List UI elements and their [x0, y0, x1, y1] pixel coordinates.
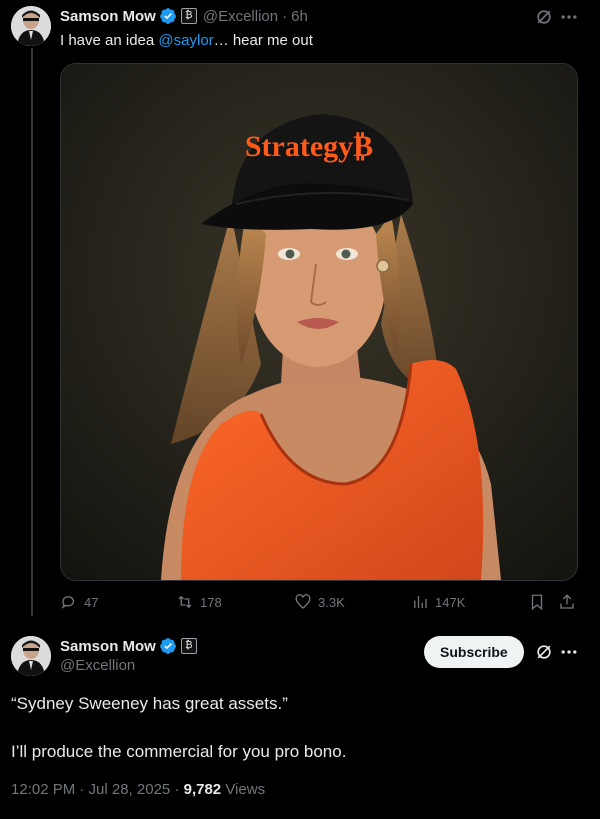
bookmark-button[interactable]: [528, 593, 546, 611]
views-label: Views: [221, 781, 266, 798]
share-button[interactable]: [558, 593, 576, 611]
repost-count: 178: [200, 594, 222, 610]
main-text-line-2: I’ll produce the commercial for you pro …: [11, 742, 347, 761]
more-button-main[interactable]: [559, 642, 579, 667]
bookmark-icon: [531, 594, 543, 611]
grok-icon: [537, 645, 551, 659]
like-button[interactable]: 3.3K: [294, 593, 345, 611]
tweet-text: I have an idea @saylor… hear me out: [60, 31, 313, 51]
tweet-text-start: I have an idea: [60, 32, 159, 49]
main-timestamp: 12:02 PM · Jul 28, 2025 · 9,782 Views: [11, 781, 265, 798]
affiliate-badge[interactable]: ₿: [180, 638, 197, 654]
thread-line: [31, 48, 33, 616]
tweet-time[interactable]: 6h: [291, 8, 308, 25]
repost-button[interactable]: 178: [176, 593, 222, 611]
like-count: 3.3K: [318, 594, 345, 610]
views-total: 9,782: [183, 781, 222, 798]
avatar-main-image: [11, 636, 51, 676]
verified-icon: [159, 638, 176, 654]
views-count: 147K: [435, 594, 466, 610]
subscribe-button[interactable]: Subscribe: [424, 636, 524, 668]
tweet-photo: Strategy₿: [61, 64, 577, 580]
avatar-image: [11, 6, 51, 46]
main-header: Samson Mow ₿: [60, 637, 197, 655]
share-icon: [560, 594, 574, 609]
grok-button-main[interactable]: [534, 642, 554, 667]
main-author-name[interactable]: Samson Mow: [60, 638, 156, 655]
affiliate-badge[interactable]: ₿: [180, 8, 197, 24]
avatar-main[interactable]: [11, 636, 51, 676]
more-icon: [561, 15, 577, 19]
timestamp-text[interactable]: 12:02 PM · Jul 28, 2025 ·: [11, 781, 184, 798]
cap-logo-text: Strategy₿: [245, 130, 373, 163]
grok-icon: [537, 10, 551, 24]
avatar[interactable]: [11, 6, 51, 46]
tweet-header: Samson Mow ₿ @Excellion · 6h: [60, 7, 308, 25]
author-handle[interactable]: @Excellion: [203, 8, 278, 25]
reply-button[interactable]: 47: [60, 593, 98, 611]
views-icon: [414, 596, 427, 608]
more-icon: [561, 650, 577, 654]
main-author-handle[interactable]: @Excellion: [60, 657, 135, 674]
views-button[interactable]: 147K: [411, 593, 465, 611]
like-icon: [295, 594, 311, 609]
tweet-text-end: … hear me out: [213, 32, 313, 49]
tweet-image[interactable]: Strategy₿: [60, 63, 578, 581]
repost-icon: [178, 595, 192, 609]
more-button[interactable]: [559, 7, 579, 32]
reply-icon: [61, 596, 75, 609]
mention-link[interactable]: @saylor: [158, 32, 213, 49]
main-text-line-1: “Sydney Sweeney has great assets.”: [11, 694, 288, 713]
reply-count: 47: [84, 594, 99, 610]
author-name[interactable]: Samson Mow: [60, 8, 156, 25]
separator: ·: [282, 7, 288, 25]
grok-button[interactable]: [534, 7, 554, 32]
verified-icon: [159, 8, 176, 24]
